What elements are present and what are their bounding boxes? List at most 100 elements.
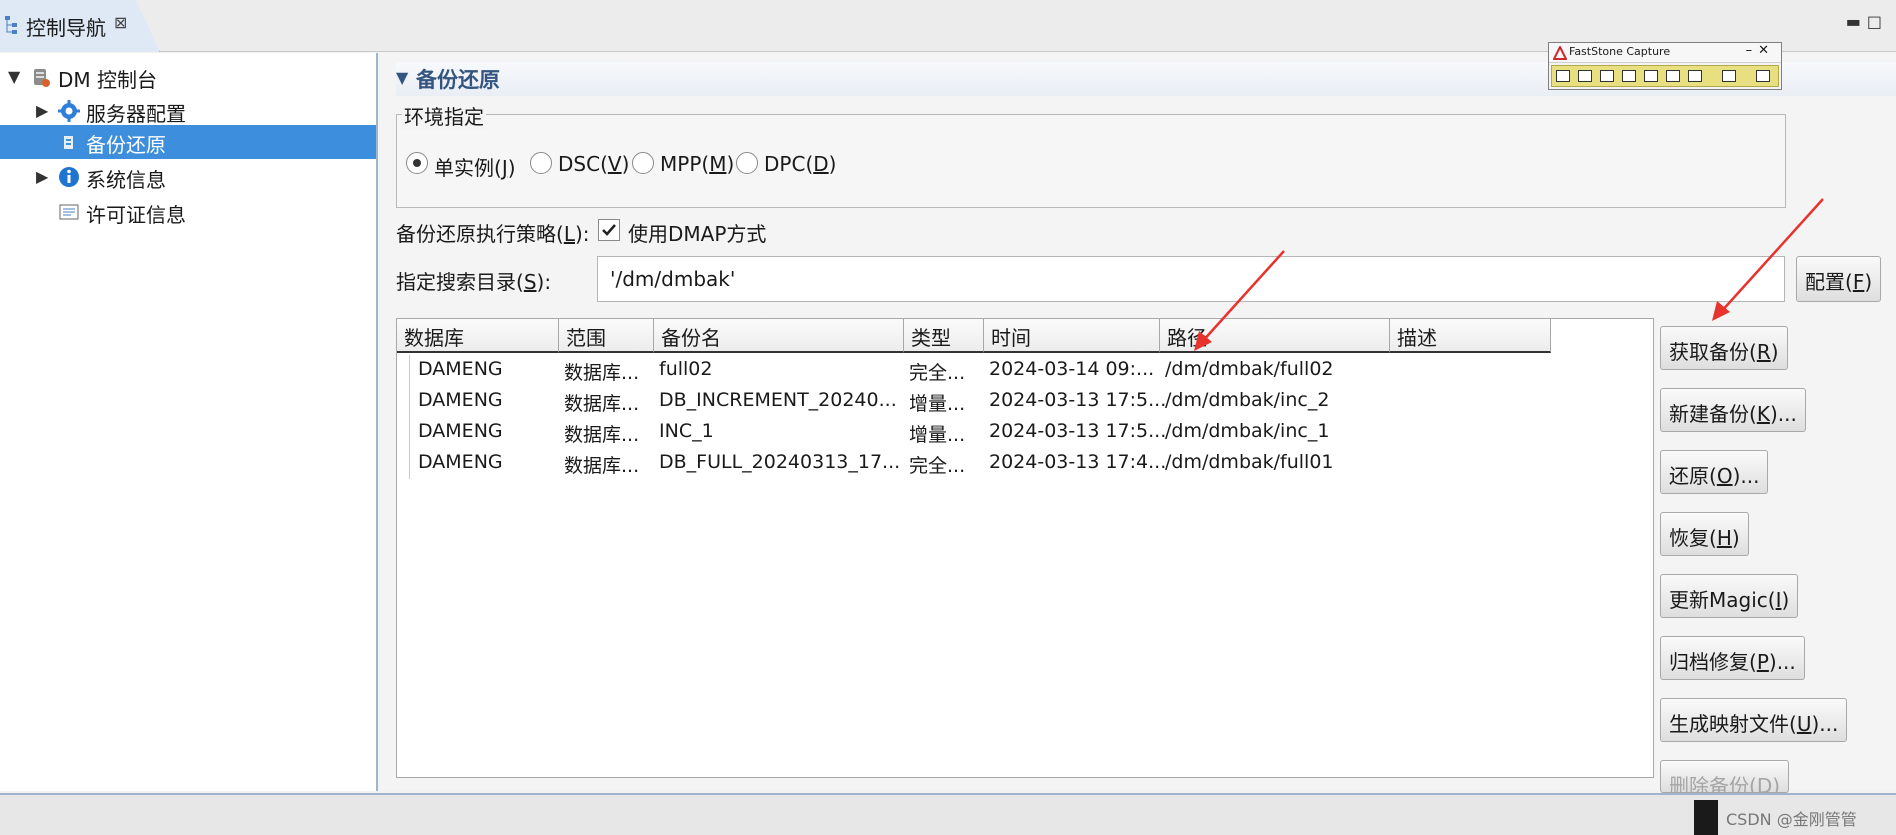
- cell-path: /dm/dmbak/inc_1: [1165, 420, 1330, 442]
- cell-path: /dm/dmbak/full02: [1165, 358, 1334, 380]
- cell-database: DAMENG: [418, 358, 503, 380]
- section-title: 备份还原: [416, 68, 500, 92]
- cell-time: 2024-03-13 17:5...: [989, 420, 1167, 442]
- faststone-title: FastStone Capture: [1569, 45, 1671, 58]
- update-magic-button[interactable]: 更新Magic(I): [1660, 574, 1799, 618]
- column-header-type[interactable]: 类型: [904, 319, 984, 353]
- tree-item-server-config[interactable]: ▶ 服务器配置: [0, 94, 376, 128]
- capture-window-icon[interactable]: [1556, 70, 1570, 82]
- status-indicator: [1694, 800, 1718, 835]
- environment-group-title: 环境指定: [402, 101, 486, 130]
- minimize-icon[interactable]: ▬: [1846, 12, 1867, 31]
- cell-database: DAMENG: [418, 420, 503, 442]
- status-bar: [0, 793, 1896, 835]
- column-header-scope[interactable]: 范围: [559, 319, 654, 353]
- cell-type: 完全...: [909, 362, 966, 384]
- cell-path: /dm/dmbak/inc_2: [1165, 389, 1330, 411]
- tree-item-backup-restore[interactable]: 备份还原: [0, 125, 376, 159]
- archive-repair-button[interactable]: 归档修复(P)...: [1660, 636, 1805, 680]
- tree-item-label: 服务器配置: [86, 102, 186, 126]
- expand-down-icon[interactable]: ▼: [8, 67, 20, 86]
- radio-dot: [413, 159, 421, 167]
- table-row[interactable]: DAMENG 数据库... INC_1 增量... 2024-03-13 17:…: [397, 417, 1653, 448]
- column-header-backup-name[interactable]: 备份名: [654, 319, 904, 353]
- cell-time: 2024-03-14 09:...: [989, 358, 1155, 380]
- capture-fullscreen-icon[interactable]: [1644, 70, 1658, 82]
- close-icon[interactable]: ⊠: [114, 13, 127, 32]
- tree-nav-icon: [5, 16, 17, 34]
- capture-rect-icon[interactable]: [1600, 70, 1614, 82]
- cell-backup-name: full02: [659, 358, 713, 380]
- capture-object-icon[interactable]: [1578, 70, 1592, 82]
- backup-icon: [64, 136, 73, 149]
- settings-icon[interactable]: [1756, 70, 1770, 82]
- radio-mpp[interactable]: [632, 152, 654, 174]
- radio-label-dsc[interactable]: DSC(V): [558, 152, 629, 176]
- expand-right-icon[interactable]: ▶: [36, 167, 48, 186]
- navigation-tree: ▼ DM 控制台 ▶ 服务器配置 备份还原 ▶ 系统信息 许可证信息: [0, 53, 378, 791]
- new-backup-button[interactable]: 新建备份(K)...: [1660, 388, 1806, 432]
- tree-item-label: DM 控制台: [58, 68, 158, 92]
- column-header-time[interactable]: 时间: [984, 319, 1160, 353]
- column-header-database[interactable]: 数据库: [397, 319, 559, 353]
- faststone-capture-toolbar[interactable]: FastStone Capture –✕: [1548, 42, 1782, 90]
- info-icon: [59, 167, 79, 187]
- search-dir-label: 指定搜索目录(S):: [396, 270, 552, 294]
- annotation-arrows: [1194, 198, 1824, 351]
- csdn-watermark: CSDN @金刚管管: [1726, 810, 1857, 829]
- radio-dpc[interactable]: [736, 152, 758, 174]
- cell-time: 2024-03-13 17:4...: [989, 451, 1167, 473]
- tree-item-label: 系统信息: [86, 168, 166, 192]
- restore-button[interactable]: 还原(O)...: [1660, 450, 1769, 494]
- tree-item-dm-console[interactable]: ▼ DM 控制台: [0, 60, 376, 94]
- dmap-checkbox[interactable]: [598, 219, 620, 241]
- arrow-to-get-backup: [1712, 198, 1824, 321]
- view-window-controls: ▬□: [1846, 12, 1888, 31]
- arrow-to-path-column: [1194, 250, 1285, 351]
- delete-backup-button: 删除备份(D): [1660, 760, 1790, 798]
- database-icon: [34, 69, 50, 87]
- expand-right-icon[interactable]: ▶: [36, 101, 48, 120]
- radio-label-dpc[interactable]: DPC(D): [764, 152, 836, 176]
- output-icon[interactable]: [1722, 70, 1736, 82]
- tab-title: 控制导航: [26, 16, 106, 40]
- recover-button[interactable]: 恢复(H): [1660, 512, 1749, 556]
- capture-fixed-icon[interactable]: [1688, 70, 1702, 82]
- tree-item-license-info[interactable]: 许可证信息: [0, 195, 376, 229]
- radio-single-instance[interactable]: [406, 152, 428, 174]
- table-row[interactable]: DAMENG 数据库... full02 完全... 2024-03-14 09…: [397, 355, 1653, 386]
- radio-label-single-instance[interactable]: 单实例(J): [434, 152, 516, 181]
- cell-type: 增量...: [909, 393, 966, 415]
- generate-mapfile-button[interactable]: 生成映射文件(U)...: [1660, 698, 1848, 742]
- dmap-label[interactable]: 使用DMAP方式: [628, 218, 766, 247]
- cell-type: 完全...: [909, 455, 966, 477]
- table-row[interactable]: DAMENG 数据库... DB_INCREMENT_20240... 增量..…: [397, 386, 1653, 417]
- maximize-icon[interactable]: □: [1867, 12, 1888, 31]
- tree-item-system-info[interactable]: ▶ 系统信息: [0, 160, 376, 194]
- cell-scope: 数据库...: [564, 393, 640, 415]
- strategy-label: 备份还原执行策略(L):: [396, 222, 590, 246]
- license-icon: [59, 204, 79, 220]
- radio-label-mpp[interactable]: MPP(M): [660, 152, 734, 176]
- cell-backup-name: INC_1: [659, 420, 714, 442]
- table-row[interactable]: DAMENG 数据库... DB_FULL_20240313_17... 完全.…: [397, 448, 1653, 479]
- capture-scroll-icon[interactable]: [1666, 70, 1680, 82]
- cell-scope: 数据库...: [564, 424, 640, 446]
- capture-freehand-icon[interactable]: [1622, 70, 1636, 82]
- cell-type: 增量...: [909, 424, 966, 446]
- cell-database: DAMENG: [418, 389, 503, 411]
- faststone-window-controls[interactable]: –✕: [1746, 43, 1775, 58]
- cell-scope: 数据库...: [564, 362, 640, 384]
- tree-item-label: 许可证信息: [86, 203, 186, 227]
- tree-item-label: 备份还原: [86, 133, 166, 157]
- cell-scope: 数据库...: [564, 455, 640, 477]
- cell-path: /dm/dmbak/full01: [1165, 451, 1334, 473]
- radio-dsc[interactable]: [530, 152, 552, 174]
- tab-control-navigation[interactable]: 控制导航 ⊠: [0, 0, 160, 52]
- faststone-titlebar[interactable]: FastStone Capture –✕: [1549, 43, 1781, 63]
- gear-icon: [58, 100, 80, 122]
- cell-database: DAMENG: [418, 451, 503, 473]
- collapse-icon[interactable]: ▼: [396, 68, 408, 87]
- search-dir-value: '/dm/dmbak': [610, 267, 736, 291]
- cell-time: 2024-03-13 17:5...: [989, 389, 1167, 411]
